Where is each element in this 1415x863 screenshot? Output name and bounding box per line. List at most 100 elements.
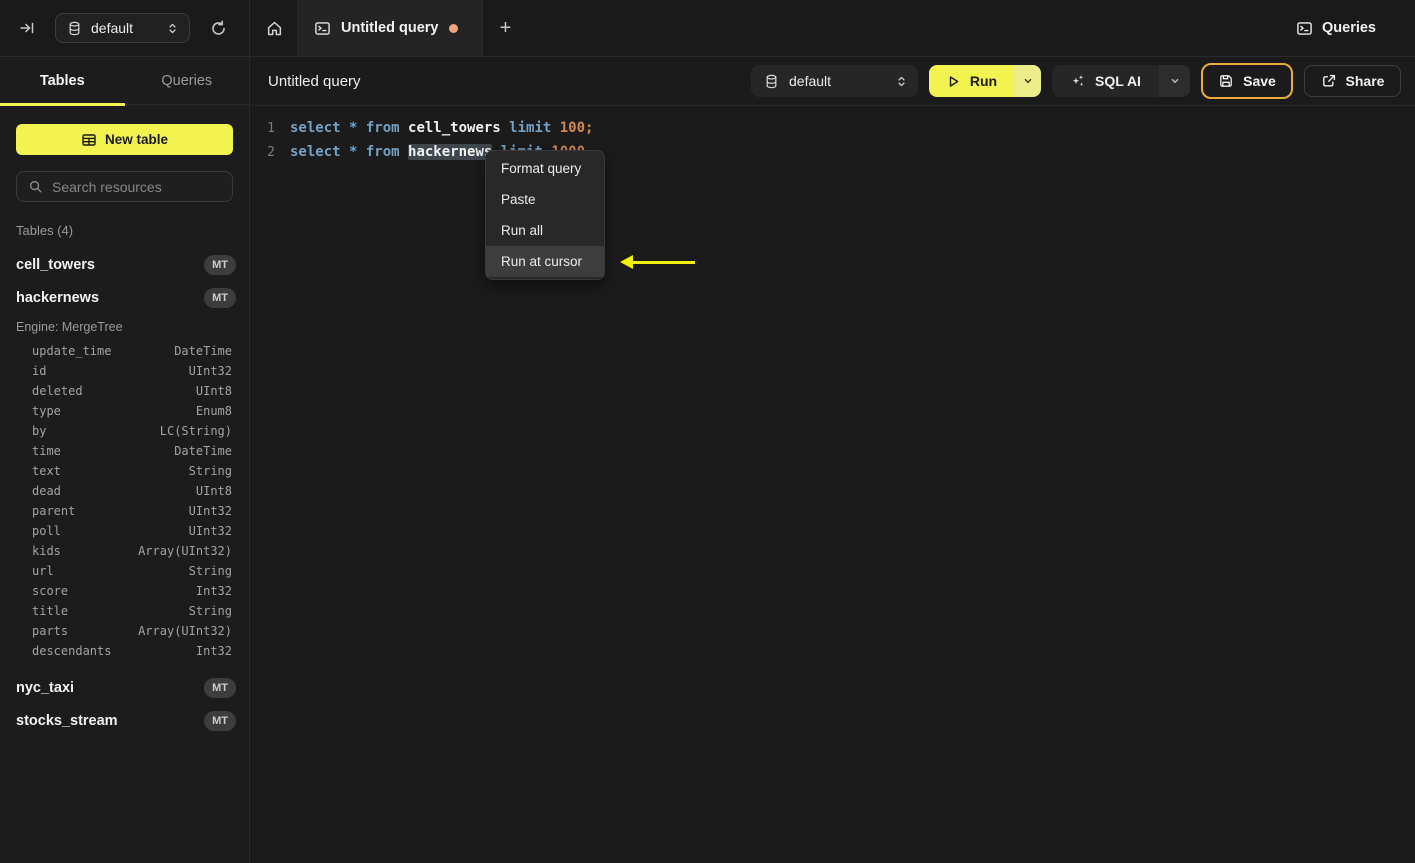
column-row[interactable]: descendants Int32 (0, 641, 249, 661)
unsaved-changes-dot (449, 23, 459, 33)
context-menu-item-label: Paste (501, 192, 536, 207)
column-row[interactable]: id UInt32 (0, 361, 249, 381)
queries-button[interactable]: Queries (1296, 0, 1376, 56)
column-type: Int32 (195, 644, 232, 658)
table-name: hackernews (16, 289, 100, 306)
table-row-nyc-taxi[interactable]: nyc_taxi MT (0, 671, 249, 704)
run-options-button[interactable] (1014, 65, 1041, 97)
context-menu-item[interactable]: Run all (486, 215, 604, 246)
column-row[interactable]: type Enum8 (0, 401, 249, 421)
tables-section-label: Tables (4) (16, 223, 74, 238)
column-name: id (32, 364, 47, 378)
chevrons-updown-icon (166, 22, 179, 35)
code-line-1[interactable]: 1 select * from cell_towers limit 100; (251, 116, 1415, 140)
context-menu-item-label: Format query (501, 161, 582, 176)
save-button[interactable]: Save (1201, 63, 1293, 99)
column-type: Enum8 (195, 404, 232, 418)
column-row[interactable]: kids Array(UInt32) (0, 541, 249, 561)
database-icon (67, 21, 82, 36)
column-name: update_time (32, 344, 112, 358)
refresh-button[interactable] (203, 13, 233, 43)
plus-icon: + (499, 16, 512, 39)
table-name: cell_towers (16, 256, 95, 273)
collapse-sidebar-button[interactable] (12, 13, 42, 43)
column-row[interactable]: parts Array(UInt32) (0, 621, 249, 641)
column-type: LC(String) (159, 424, 232, 438)
table-name: stocks_stream (16, 712, 118, 729)
play-icon (946, 74, 961, 89)
column-row[interactable]: score Int32 (0, 581, 249, 601)
column-row[interactable]: url String (0, 561, 249, 581)
main-area: Untitled query default Run SQL AI Save S… (251, 57, 1415, 863)
sql-table-name: cell_towers (408, 120, 501, 136)
home-button[interactable] (251, 0, 297, 56)
search-icon (28, 179, 43, 194)
context-menu-item[interactable]: Paste (486, 184, 604, 215)
column-row[interactable]: deleted UInt8 (0, 381, 249, 401)
context-menu-item[interactable]: Format query (486, 153, 604, 184)
sql-editor[interactable]: 1 select * from cell_towers limit 100; 2s… (251, 106, 1415, 164)
table-row-stocks-stream[interactable]: stocks_stream MT (0, 704, 249, 737)
top-bar: default Untitled query + Queries (0, 0, 1415, 57)
queries-button-label: Queries (1322, 20, 1376, 36)
column-name: parts (32, 624, 69, 638)
tab-title: Untitled query (341, 20, 439, 36)
code-line-2[interactable]: 2select * from hackernews limit 1000 (251, 140, 1415, 164)
line-number: 1 (267, 120, 275, 136)
sql-ai-label: SQL AI (1095, 73, 1141, 89)
terminal-icon (314, 20, 331, 37)
sql-keyword: limit (500, 120, 560, 136)
context-menu-item-label: Run all (501, 223, 544, 238)
home-icon (266, 20, 283, 37)
column-name: type (32, 404, 61, 418)
column-type: String (188, 464, 232, 478)
sidebar: Tables Queries New table Tables (4) cell… (0, 57, 250, 863)
query-title: Untitled query (268, 72, 361, 90)
run-button[interactable]: Run (929, 65, 1014, 97)
column-row[interactable]: poll UInt32 (0, 521, 249, 541)
column-row[interactable]: parent UInt32 (0, 501, 249, 521)
column-name: parent (32, 504, 76, 518)
chevron-down-icon (1169, 75, 1181, 87)
hackernews-columns: update_time DateTime id UInt32 deleted U… (0, 341, 249, 661)
column-type: UInt32 (188, 504, 232, 518)
column-type: String (188, 564, 232, 578)
database-selector[interactable]: default (55, 13, 190, 43)
sidebar-content: New table (0, 105, 249, 202)
topbar-left-section: default (0, 0, 250, 56)
column-row[interactable]: text String (0, 461, 249, 481)
sql-ai-options-button[interactable] (1159, 65, 1190, 97)
column-type: UInt32 (188, 364, 232, 378)
new-table-label: New table (104, 132, 169, 147)
sidebar-tab-tables[interactable]: Tables (0, 57, 125, 106)
column-type: Array(UInt32) (138, 624, 232, 638)
context-menu-item-label: Run at cursor (501, 254, 583, 269)
editor-context-menu: Format query Paste Run all Run at cursor (485, 150, 605, 280)
share-icon (1321, 73, 1337, 89)
column-row[interactable]: title String (0, 601, 249, 621)
chevron-down-icon (1022, 75, 1034, 87)
column-row[interactable]: by LC(String) (0, 421, 249, 441)
share-button[interactable]: Share (1304, 65, 1401, 97)
tab-untitled-query[interactable]: Untitled query (297, 0, 483, 56)
search-box (16, 171, 233, 202)
sql-ai-button[interactable]: SQL AI (1052, 65, 1159, 97)
column-row[interactable]: update_time DateTime (0, 341, 249, 361)
table-row-hackernews[interactable]: hackernews MT (0, 281, 249, 314)
column-row[interactable]: dead UInt8 (0, 481, 249, 501)
table-row-cell-towers[interactable]: cell_towers MT (0, 248, 249, 281)
database-selector[interactable]: default (751, 65, 918, 97)
search-input[interactable] (52, 178, 233, 195)
database-selector-value: default (91, 20, 134, 36)
sidebar-tab-queries-label: Queries (161, 72, 213, 89)
column-type: DateTime (174, 344, 232, 358)
sidebar-tabs: Tables Queries (0, 57, 250, 106)
column-row[interactable]: time DateTime (0, 441, 249, 461)
sidebar-tab-queries[interactable]: Queries (125, 57, 250, 104)
column-type: UInt32 (188, 524, 232, 538)
new-tab-button[interactable]: + (483, 0, 528, 56)
refresh-icon (210, 19, 227, 37)
context-menu-item[interactable]: Run at cursor (486, 246, 604, 277)
column-name: time (32, 444, 61, 458)
new-table-button[interactable]: New table (16, 124, 233, 155)
